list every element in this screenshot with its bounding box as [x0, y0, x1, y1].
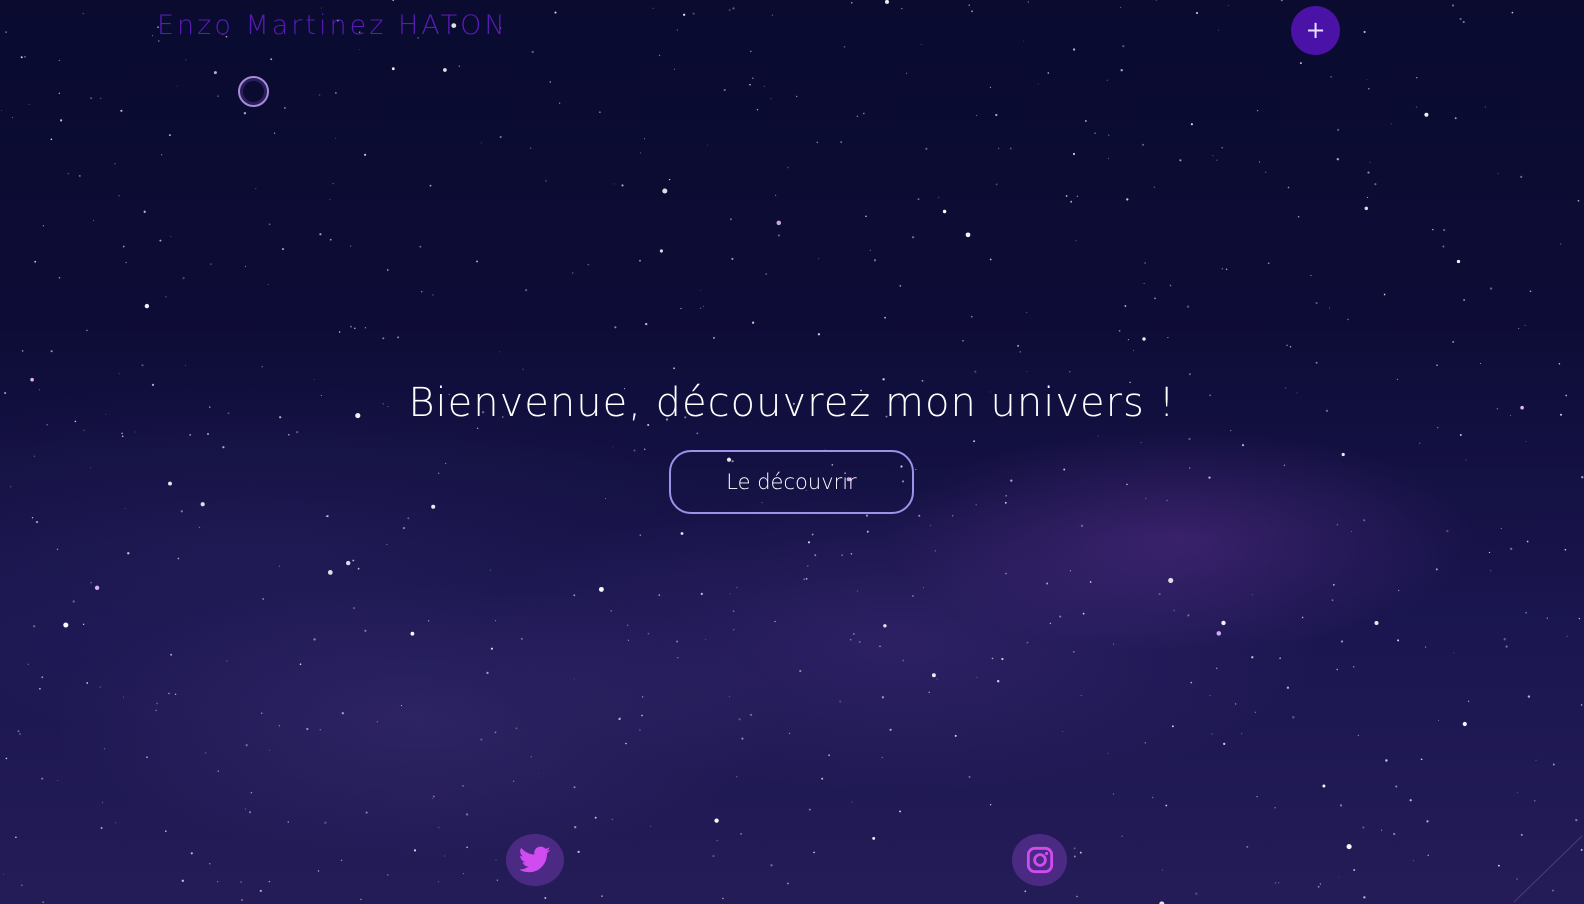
discover-button[interactable]: Le découvrir — [669, 450, 914, 514]
corner-streak-decoration — [1513, 835, 1583, 903]
twitter-link[interactable] — [506, 834, 564, 886]
instagram-icon — [1026, 846, 1053, 874]
twitter-bird-icon — [519, 846, 551, 873]
menu-toggle-button[interactable]: + — [1291, 6, 1340, 55]
hero-heading: Bienvenue, découvrez mon univers ! — [408, 380, 1176, 426]
instagram-link[interactable] — [1012, 834, 1067, 886]
site-title[interactable]: Enzo Martinez HATON — [157, 10, 508, 41]
page: Enzo Martinez HATON + Bienvenue, découvr… — [0, 0, 1584, 904]
cursor-ring-icon[interactable] — [238, 76, 269, 107]
